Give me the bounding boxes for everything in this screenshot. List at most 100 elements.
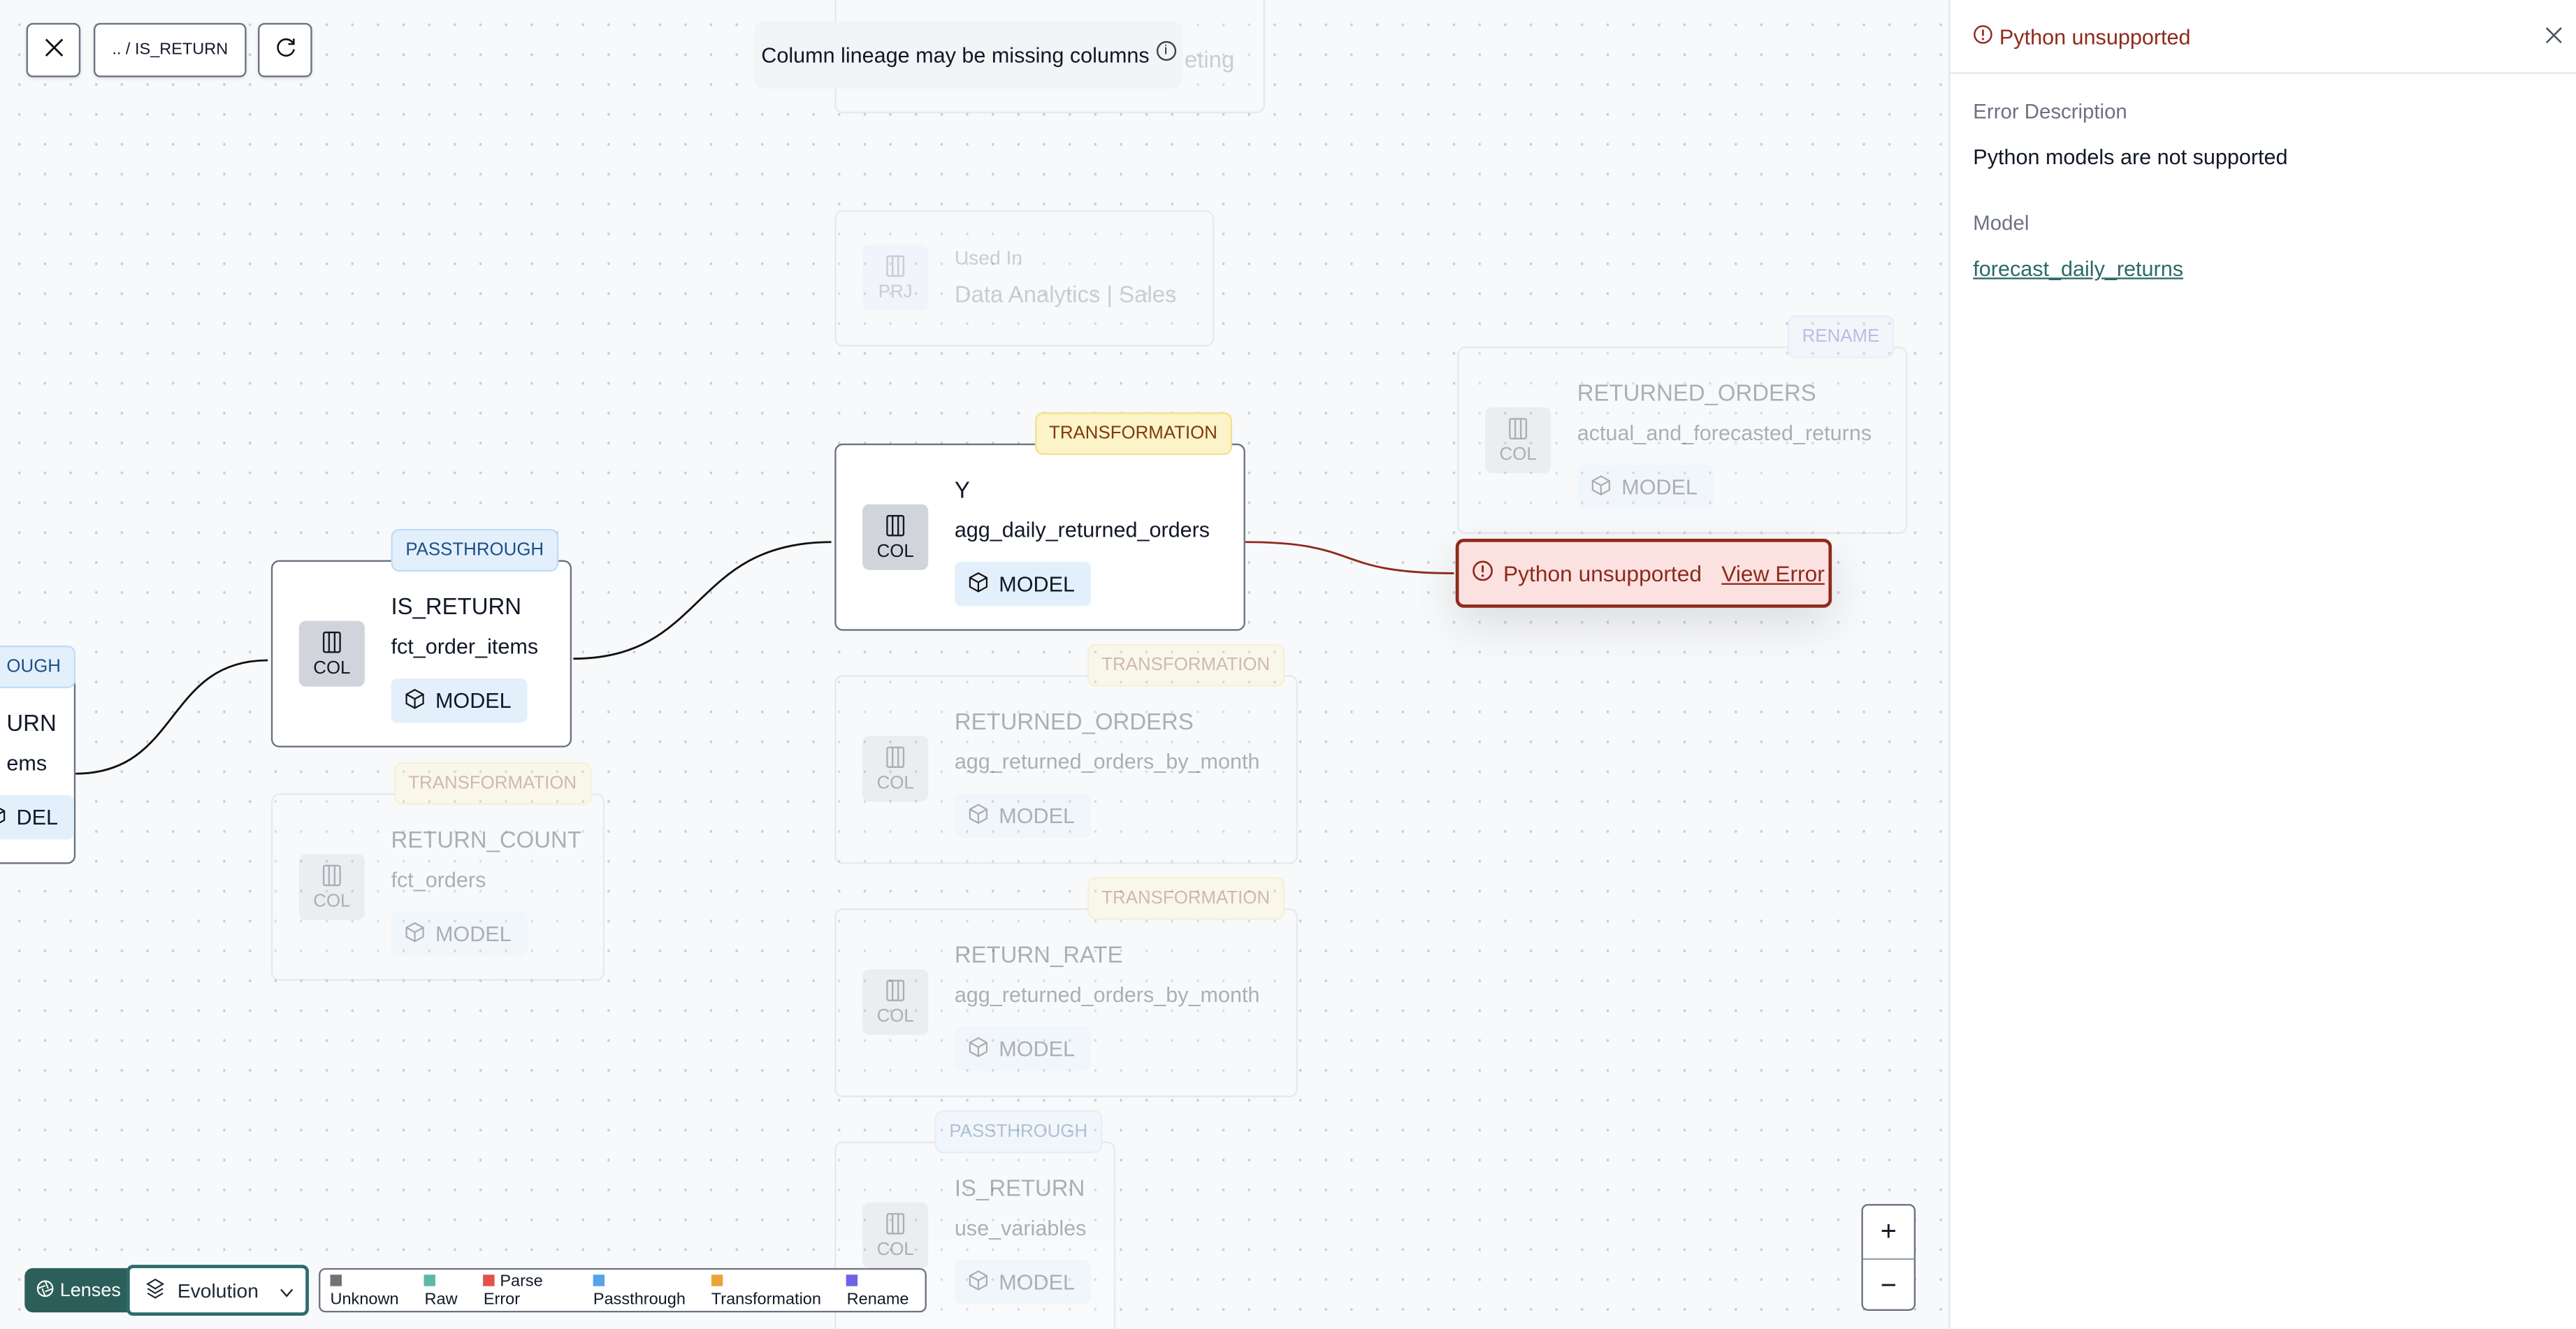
node-subtitle: fct_order_items — [391, 634, 539, 659]
node-subtitle: fct_orders — [391, 867, 486, 892]
model-chip[interactable]: MODEL — [391, 678, 528, 723]
info-icon[interactable]: i — [1156, 40, 1176, 60]
lineage-type-badge: RENAME — [1787, 315, 1895, 358]
column-icon — [885, 745, 905, 773]
cube-icon — [404, 688, 426, 714]
node-title: RETURNED_ORDERS — [1577, 379, 1816, 406]
legend-label: Transformation — [711, 1290, 821, 1309]
view-error-link[interactable]: View Error — [1721, 561, 1825, 586]
node-subtitle: Data Analytics | Sales — [954, 280, 1177, 307]
lineage-type-badge: TRANSFORMATION — [393, 762, 592, 805]
node-title: RETURN_RATE — [954, 941, 1123, 968]
model-chip[interactable]: DEL — [0, 794, 75, 840]
legend-label: Unknown — [330, 1290, 399, 1309]
column-tile: COL — [862, 1202, 929, 1268]
project-tile: PRJ — [862, 245, 929, 311]
chevron-down-icon — [280, 1279, 295, 1302]
lineage-node-y[interactable]: TRANSFORMATION COL Yagg_daily_returned_ord… — [834, 412, 1245, 631]
cube-icon — [968, 1269, 990, 1295]
refresh-button[interactable] — [258, 22, 312, 78]
lineage-type-badge: TRANSFORMATION — [1034, 412, 1233, 456]
column-tile: COL — [862, 736, 929, 802]
chip-label: MODEL — [435, 921, 512, 947]
legend-item-parse-error: Parse Error — [483, 1272, 584, 1308]
column-icon — [322, 863, 342, 891]
tile-label: COL — [313, 891, 351, 911]
model-chip[interactable]: MODEL — [391, 911, 528, 957]
zoom-out-button[interactable]: − — [1862, 1258, 1914, 1313]
legend-swatch — [846, 1274, 859, 1286]
legend-label: Raw — [424, 1290, 458, 1309]
error-node[interactable]: Python unsupported View Error — [1455, 539, 1832, 608]
legend-item-passthrough: Passthrough — [593, 1272, 702, 1308]
tile-label: PRJ — [878, 282, 913, 302]
legend-swatch — [424, 1274, 436, 1286]
x-icon — [43, 38, 63, 62]
cube-icon — [0, 804, 6, 831]
model-label: Model — [1973, 212, 2029, 235]
legend-swatch — [593, 1274, 605, 1286]
lineage-notice: Column lineage may be missing columns i — [754, 21, 1183, 89]
column-icon — [885, 978, 905, 1006]
panel-title: Python unsupported — [1999, 24, 2191, 49]
node-title: URN — [6, 709, 57, 736]
column-tile: COL — [298, 620, 365, 687]
node-title: Used In — [954, 246, 1023, 270]
node-subtitle: agg_daily_returned_orders — [954, 517, 1210, 542]
aperture-icon — [37, 1279, 55, 1302]
error-description-label: Error Description — [1973, 100, 2127, 124]
chip-label: MODEL — [435, 688, 512, 713]
cube-icon — [404, 921, 426, 947]
lineage-canvas[interactable]: eting PRJ Used In Data Analytics | Sales REN… — [0, 0, 2576, 1329]
legend-swatch — [711, 1274, 723, 1286]
cube-icon — [968, 802, 990, 829]
refresh-icon — [273, 36, 296, 64]
zoom-controls: + − — [1861, 1204, 1916, 1311]
legend-label: Rename — [846, 1290, 909, 1309]
chip-label: MODEL — [999, 1036, 1075, 1061]
node-subtitle: agg_returned_orders_by_month — [954, 748, 1260, 774]
model-chip[interactable]: MODEL — [954, 561, 1092, 607]
lineage-node-is-return-main[interactable]: PASSTHROUGH COL IS_RETURN fct_order_items MO… — [270, 528, 572, 748]
lineage-node-returned-orders-rename[interactable]: RENAME COL RETURNED_ORDERS actual_and_forec… — [1457, 315, 1908, 535]
node-subtitle: ems — [6, 750, 48, 776]
chip-label: MODEL — [999, 1270, 1075, 1295]
edge-left-to-is-return — [75, 659, 268, 775]
node-subtitle: agg_returned_orders_by_month — [954, 982, 1260, 1008]
legend: Unknown Raw Parse Error Passthrough Transfor… — [319, 1268, 927, 1313]
lens-select[interactable]: Evolution — [126, 1265, 309, 1316]
lenses-button[interactable]: Lenses — [24, 1268, 133, 1313]
close-button[interactable] — [26, 22, 81, 78]
column-tile: COL — [298, 854, 365, 920]
model-link[interactable]: forecast_daily_returns — [1973, 256, 2183, 281]
lineage-node-return-rate[interactable]: TRANSFORMATION COL RETURN_RATE agg_returned… — [834, 877, 1298, 1098]
model-chip[interactable]: MODEL — [954, 1026, 1092, 1071]
lineage-node-left-partial[interactable]: OUGH URN ems DEL — [0, 645, 76, 864]
lens-select-value: Evolution — [177, 1279, 259, 1302]
node-title: IS_RETURN — [391, 593, 522, 620]
lineage-node-return-count[interactable]: TRANSFORMATION COL RETURN_COUNT fct_orders M… — [270, 762, 605, 981]
chip-label: MODEL — [999, 803, 1075, 828]
panel-header: Python unsupported — [1950, 0, 2576, 74]
lenses-label: Lenses — [59, 1280, 121, 1300]
lineage-node-returned-orders[interactable]: TRANSFORMATION COL RETURNED_ORDERS agg_retu… — [834, 644, 1298, 864]
notice-text: Column lineage may be missing columns — [761, 43, 1150, 68]
zoom-in-button[interactable]: + — [1863, 1205, 1914, 1258]
close-panel-button[interactable] — [2545, 24, 2563, 48]
model-chip[interactable]: MODEL — [954, 793, 1092, 838]
column-icon — [885, 1212, 905, 1240]
legend-swatch — [483, 1274, 495, 1286]
model-chip[interactable]: MODEL — [1577, 465, 1714, 509]
node-subtitle: eting — [1184, 45, 1235, 73]
lineage-type-badge: TRANSFORMATION — [1087, 877, 1285, 920]
chip-label: MODEL — [999, 572, 1075, 597]
lineage-type-badge: PASSTHROUGH — [391, 528, 559, 572]
tile-label: COL — [876, 773, 914, 793]
model-chip[interactable]: MODEL — [954, 1260, 1092, 1305]
breadcrumb[interactable]: .. / IS_RETURN — [93, 22, 247, 78]
error-side-panel: Python unsupported Error Description Pyt… — [1948, 0, 2576, 1329]
edge-is-return-to-y — [573, 541, 832, 660]
tile-label: COL — [313, 658, 351, 678]
lineage-node-used-in[interactable]: PRJ Used In Data Analytics | Sales — [834, 210, 1215, 347]
tile-label: COL — [1499, 444, 1537, 465]
